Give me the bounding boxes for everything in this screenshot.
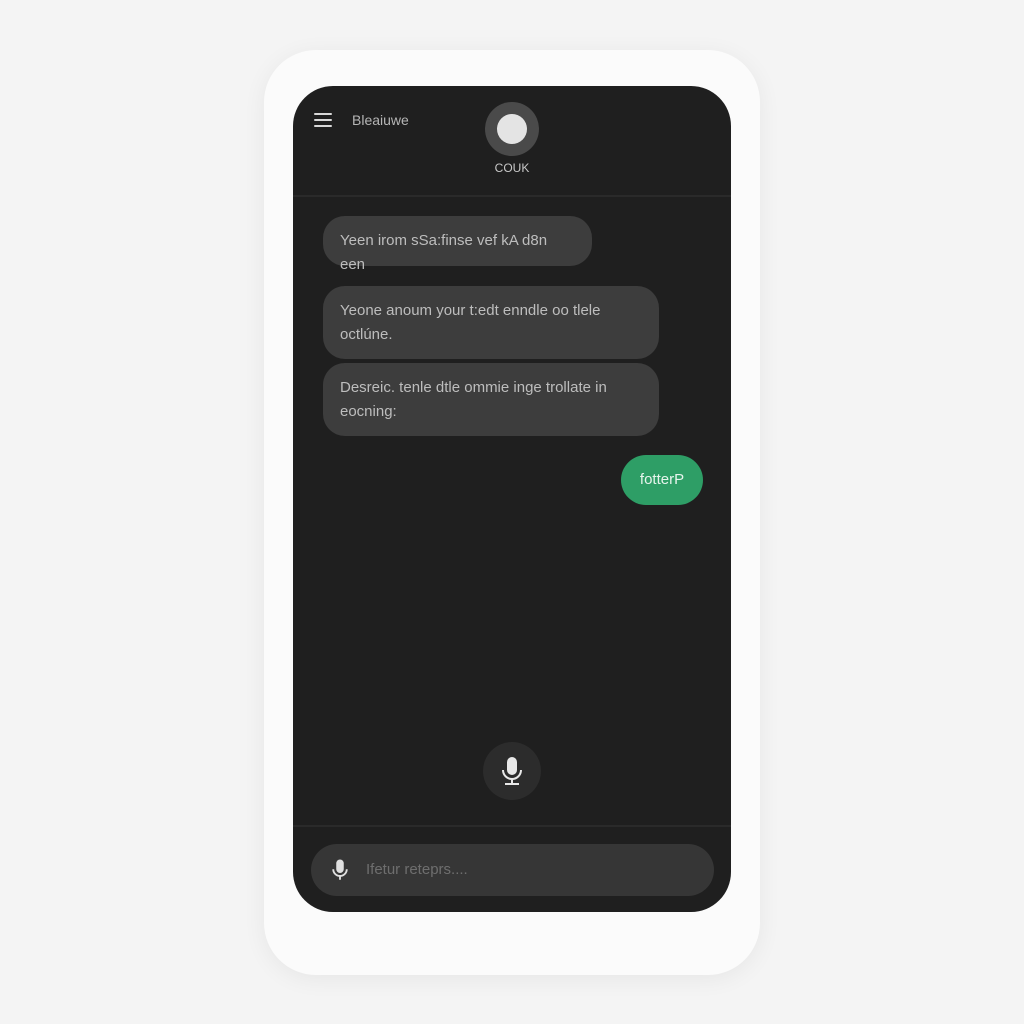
message-bubble-received: Desreic. tenle dtle ommie inge trollate … bbox=[323, 363, 659, 436]
message-bubble-sent: fotterP bbox=[621, 455, 703, 505]
contact-name: COUK bbox=[494, 161, 530, 175]
microphone-icon[interactable] bbox=[331, 857, 349, 883]
hamburger-menu-icon[interactable] bbox=[314, 113, 332, 127]
composer-divider bbox=[293, 825, 731, 827]
app-title: Bleaiuwe bbox=[352, 112, 409, 128]
header-divider bbox=[293, 195, 731, 197]
message-bubble-received: Yeen irom sSa:finse vef kA d8n een bbox=[323, 216, 592, 273]
chat-screen: Bleaiuwe COUK Yeen irom sSa:finse vef kA… bbox=[293, 86, 731, 912]
message-input-placeholder: Ifetur reteprs.... bbox=[366, 861, 468, 878]
voice-record-button[interactable] bbox=[483, 742, 541, 800]
message-bubble-received: Yeone anoum your t:edt enndle oo tlele o… bbox=[323, 286, 659, 359]
avatar[interactable] bbox=[485, 102, 539, 156]
microphone-icon bbox=[502, 757, 522, 785]
message-input[interactable]: Ifetur reteprs.... bbox=[311, 844, 714, 896]
